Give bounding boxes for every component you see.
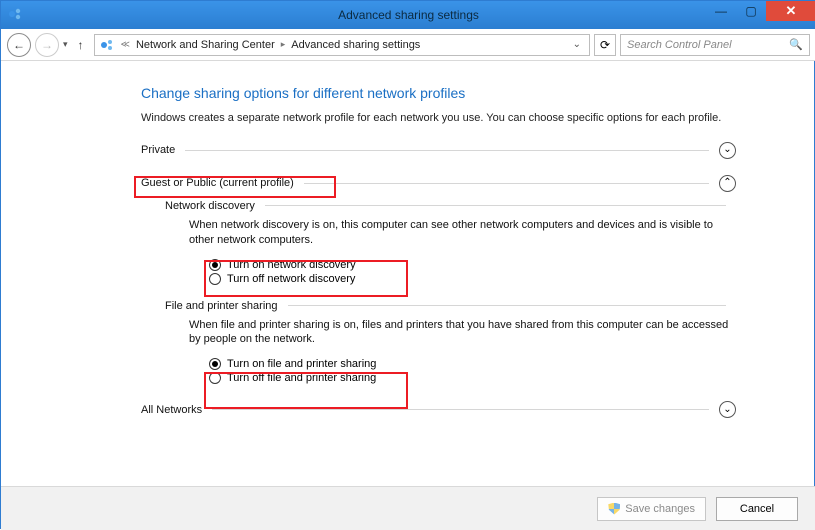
- network-discovery-radio-group: Turn on network discovery Turn off netwo…: [209, 254, 736, 290]
- radio-icon: [209, 259, 221, 271]
- file-printer-radio-group: Turn on file and printer sharing Turn of…: [209, 353, 736, 389]
- radio-nd-off[interactable]: Turn off network discovery: [209, 272, 730, 286]
- radio-nd-on[interactable]: Turn on network discovery: [209, 258, 730, 272]
- window-title: Advanced sharing settings: [338, 8, 479, 22]
- cancel-button[interactable]: Cancel: [716, 497, 798, 521]
- section-guest-title: Guest or Public (current profile): [141, 177, 294, 189]
- titlebar: Advanced sharing settings — ▢ ✕: [1, 1, 815, 29]
- forward-button[interactable]: →: [35, 33, 59, 57]
- shield-icon: [608, 503, 620, 515]
- radio-fp-on[interactable]: Turn on file and printer sharing: [209, 357, 730, 371]
- section-private-title: Private: [141, 144, 175, 156]
- page-heading: Change sharing options for different net…: [141, 85, 736, 101]
- search-icon: 🔍: [789, 38, 803, 51]
- system-icon: [7, 6, 23, 22]
- intro-text: Windows creates a separate network profi…: [141, 111, 736, 126]
- chevron-right-icon: ▸: [281, 39, 286, 50]
- maximize-button[interactable]: ▢: [736, 1, 766, 21]
- network-discovery-heading: Network discovery: [165, 200, 255, 212]
- minimize-button[interactable]: —: [706, 1, 736, 21]
- divider: [265, 205, 726, 206]
- expand-icon[interactable]: ⌄: [719, 142, 736, 159]
- back-button[interactable]: ←: [7, 33, 31, 57]
- divider: [304, 183, 709, 184]
- content-area: Change sharing options for different net…: [1, 61, 815, 486]
- cancel-label: Cancel: [740, 503, 774, 515]
- breadcrumb-item-2[interactable]: Advanced sharing settings: [291, 39, 420, 51]
- file-printer-heading: File and printer sharing: [165, 300, 278, 312]
- up-button[interactable]: ↑: [72, 33, 90, 57]
- breadcrumb-dropdown-icon[interactable]: ⌄: [573, 39, 585, 50]
- breadcrumb-item-1[interactable]: Network and Sharing Center: [136, 39, 275, 51]
- refresh-button[interactable]: ⟳: [594, 34, 616, 56]
- search-placeholder: Search Control Panel: [627, 39, 732, 51]
- section-private[interactable]: Private ⌄: [141, 140, 736, 161]
- section-guest-public[interactable]: Guest or Public (current profile) ⌃: [141, 173, 736, 194]
- radio-icon: [209, 372, 221, 384]
- file-printer-heading-row: File and printer sharing: [165, 300, 736, 312]
- radio-nd-on-label: Turn on network discovery: [227, 259, 356, 271]
- file-printer-text: When file and printer sharing is on, fil…: [189, 318, 736, 348]
- divider: [185, 150, 709, 151]
- section-all-title: All Networks: [141, 404, 202, 416]
- radio-nd-off-label: Turn off network discovery: [227, 273, 355, 285]
- radio-fp-on-label: Turn on file and printer sharing: [227, 358, 376, 370]
- section-all-networks[interactable]: All Networks ⌄: [141, 399, 736, 420]
- radio-fp-off[interactable]: Turn off file and printer sharing: [209, 371, 730, 385]
- navigation-toolbar: ← → ▾ ↑ ≪ Network and Sharing Center ▸ A…: [1, 29, 815, 61]
- divider: [212, 409, 709, 410]
- search-input[interactable]: Search Control Panel 🔍: [620, 34, 810, 56]
- collapse-icon[interactable]: ⌃: [719, 175, 736, 192]
- save-changes-button[interactable]: Save changes: [597, 497, 706, 521]
- radio-icon: [209, 358, 221, 370]
- expand-icon[interactable]: ⌄: [719, 401, 736, 418]
- recent-locations-dropdown[interactable]: ▾: [63, 39, 68, 50]
- footer-bar: Save changes Cancel: [1, 486, 815, 530]
- divider: [288, 305, 726, 306]
- network-discovery-heading-row: Network discovery: [165, 200, 736, 212]
- close-button[interactable]: ✕: [766, 1, 815, 21]
- breadcrumb[interactable]: ≪ Network and Sharing Center ▸ Advanced …: [94, 34, 590, 56]
- breadcrumb-sep-icon: ≪: [121, 39, 130, 50]
- save-changes-label: Save changes: [625, 503, 695, 515]
- radio-fp-off-label: Turn off file and printer sharing: [227, 372, 376, 384]
- network-center-icon: [99, 37, 115, 53]
- radio-icon: [209, 273, 221, 285]
- guest-subsection: Network discovery When network discovery…: [141, 200, 736, 389]
- network-discovery-text: When network discovery is on, this compu…: [189, 218, 736, 248]
